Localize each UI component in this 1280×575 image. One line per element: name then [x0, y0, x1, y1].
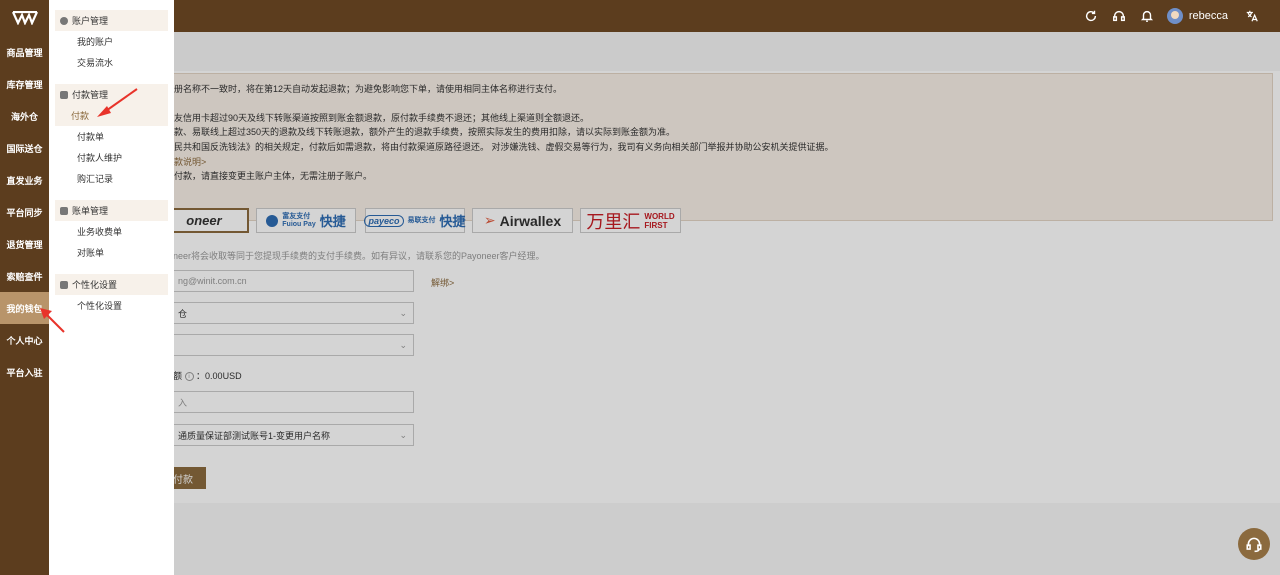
avatar [1166, 8, 1183, 24]
payeco-fast-label: 快捷 [439, 214, 466, 229]
payeco-cn-label: 易联支付 [407, 216, 436, 224]
payment-icon [60, 90, 68, 99]
warehouse-value: 仓 [178, 308, 188, 319]
menu-group-payment: 付款管理 [55, 84, 168, 105]
rail-item-products[interactable]: 商品管理 [0, 36, 49, 68]
payeco-logo: payeco [364, 214, 404, 227]
wallet-flyout-menu: 账户管理 我的账户 交易流水 付款管理 付款 付款单 付款人维护 购汇记录 账单… [49, 0, 174, 575]
account-value: 通质量保证部测试账号1-变更用户名称 [178, 430, 331, 441]
submit-label: 付款 [173, 474, 193, 486]
menu-item-payer-maintenance[interactable]: 付款人维护 [55, 147, 168, 168]
menu-item-statements[interactable]: 对账单 [55, 242, 168, 263]
payment-notice: 册名称不一致时，将在第12天自动发起退款；为避免影响您下单，请使用相同主体名称进… [49, 73, 1273, 221]
headset-icon[interactable] [1105, 0, 1133, 32]
fuiou-tab[interactable]: 富友支付 Fuiou Pay 快捷 [256, 208, 356, 233]
rail-item-inventory[interactable]: 库存管理 [0, 68, 49, 100]
rail-item-direct-shipping[interactable]: 直发业务 [0, 164, 49, 196]
amount-placeholder: 入 [178, 397, 188, 408]
billing-icon [60, 206, 68, 215]
rail-item-claims[interactable]: 索赔查件 [0, 260, 49, 292]
shirt-icon [60, 280, 68, 289]
amount-input[interactable]: 入 [173, 391, 414, 413]
rail-item-intl-delivery[interactable]: 国际送仓 [0, 132, 49, 164]
rail-item-overseas-warehouse[interactable]: 海外仓 [0, 100, 49, 132]
payoneer-fee-hint: neer将会收取等同于您提现手续费的支付手续费。如有异议，请联系您的Payone… [173, 251, 545, 261]
menu-item-payment-orders[interactable]: 付款单 [55, 126, 168, 147]
account-icon [60, 16, 68, 25]
rail-item-platform-onboarding[interactable]: 平台入驻 [0, 356, 49, 388]
menu-item-my-account[interactable]: 我的账户 [55, 31, 168, 52]
warehouse-select[interactable]: 仓 ⌄ [173, 302, 414, 324]
menu-item-fx-records[interactable]: 购汇记录 [55, 168, 168, 189]
menu-group-account: 账户管理 [55, 10, 168, 31]
footer [49, 503, 1280, 575]
worldfirst-tab[interactable]: 万里汇 WORLD FIRST [580, 208, 681, 233]
page-header [49, 32, 1280, 71]
worldfirst-cn-label: 万里汇 [586, 211, 641, 232]
airwallex-tab[interactable]: ➢ Airwallex [472, 208, 573, 233]
worldfirst-en-label: WORLD [644, 211, 675, 221]
balance-value: ：0.00USD [196, 371, 242, 381]
bell-icon[interactable] [1133, 0, 1161, 32]
user-menu[interactable]: rebecca [1166, 8, 1228, 24]
rail-item-wallet[interactable]: 我的钱包 [0, 292, 49, 324]
info-icon[interactable]: i [184, 372, 194, 382]
main-page: 册名称不一致时，将在第12天自动发起退款；为避免影响您下单，请使用相同主体名称进… [49, 32, 1280, 575]
rail-item-profile[interactable]: 个人中心 [0, 324, 49, 356]
currency-select[interactable]: ⌄ [173, 334, 414, 356]
menu-group-billing: 账单管理 [55, 200, 168, 221]
rail-item-returns[interactable]: 退货管理 [0, 228, 49, 260]
menu-item-personalization[interactable]: 个性化设置 [55, 295, 168, 316]
chevron-down-icon: ⌄ [399, 340, 407, 350]
top-bar: rebecca [0, 0, 1280, 32]
worldfirst-en-label: FIRST [644, 220, 668, 230]
account-select[interactable]: 通质量保证部测试账号1-变更用户名称 ⌄ [173, 424, 414, 446]
group-title: 账户管理 [72, 16, 109, 26]
fuiou-en-label: Fuiou Pay [282, 220, 316, 228]
email-placeholder: ng@winit.com.cn [178, 276, 247, 286]
brand-logo-icon[interactable] [0, 0, 49, 36]
notice-line: 民共和国反洗钱法》的相关规定，付款后如需退款，将由付款渠道原路径退还。 对涉嫌洗… [174, 142, 834, 152]
refresh-icon[interactable] [1077, 0, 1105, 32]
notice-line: 友信用卡超过90天及线下转账渠道按照到账金额退款，原付款手续费不退还；其他线上渠… [174, 113, 590, 123]
customer-service-chat-icon[interactable] [1238, 528, 1270, 560]
payoneer-label: oneer [186, 213, 222, 228]
fuiou-fast-label: 快捷 [319, 214, 346, 229]
top-actions: rebecca [1077, 0, 1266, 32]
side-rail: 商品管理 库存管理 海外仓 国际送仓 直发业务 平台同步 退货管理 索赔查件 我… [0, 0, 49, 575]
email-field[interactable]: ng@winit.com.cn [173, 270, 414, 292]
worldfirst-brand: WORLD FIRST [644, 212, 674, 230]
airwallex-logo-icon: ➢ [483, 212, 496, 228]
unbind-link[interactable]: 解绑> [431, 276, 454, 289]
menu-item-pay[interactable]: 付款 [55, 105, 168, 126]
notice-line: 册名称不一致时，将在第12天自动发起退款；为避免影响您下单，请使用相同主体名称进… [174, 84, 563, 94]
username: rebecca [1188, 10, 1228, 22]
rail-item-platform-sync[interactable]: 平台同步 [0, 196, 49, 228]
group-title: 付款管理 [72, 90, 109, 100]
fuiou-logo-icon [266, 214, 279, 227]
payeco-tab[interactable]: payeco 易联支付 快捷 [364, 208, 466, 233]
fuiou-cn-label: 富友支付 [282, 212, 311, 220]
group-title: 账单管理 [72, 206, 109, 216]
chevron-down-icon: ⌄ [399, 308, 407, 318]
menu-item-service-charges[interactable]: 业务收费单 [55, 221, 168, 242]
notice-line: 款、易联线上超过350天的退款及线下转账退款，额外产生的退款手续费，按照实际发生… [174, 127, 676, 137]
group-title: 个性化设置 [72, 280, 118, 290]
balance-label: 额 [173, 371, 183, 381]
menu-item-transactions[interactable]: 交易流水 [55, 52, 168, 73]
airwallex-label: Airwallex [499, 212, 562, 229]
chevron-down-icon: ⌄ [399, 430, 407, 440]
translate-icon[interactable] [1238, 0, 1266, 32]
menu-group-personalization: 个性化设置 [55, 274, 168, 295]
balance-row: 额 i ：0.00USD [173, 369, 242, 382]
refund-policy-link[interactable]: 款说明> [174, 155, 206, 168]
fuiou-brand: 富友支付 Fuiou Pay [282, 213, 315, 229]
notice-line: 付款，请直接变更主账户主体，无需注册子账户。 [174, 171, 373, 181]
